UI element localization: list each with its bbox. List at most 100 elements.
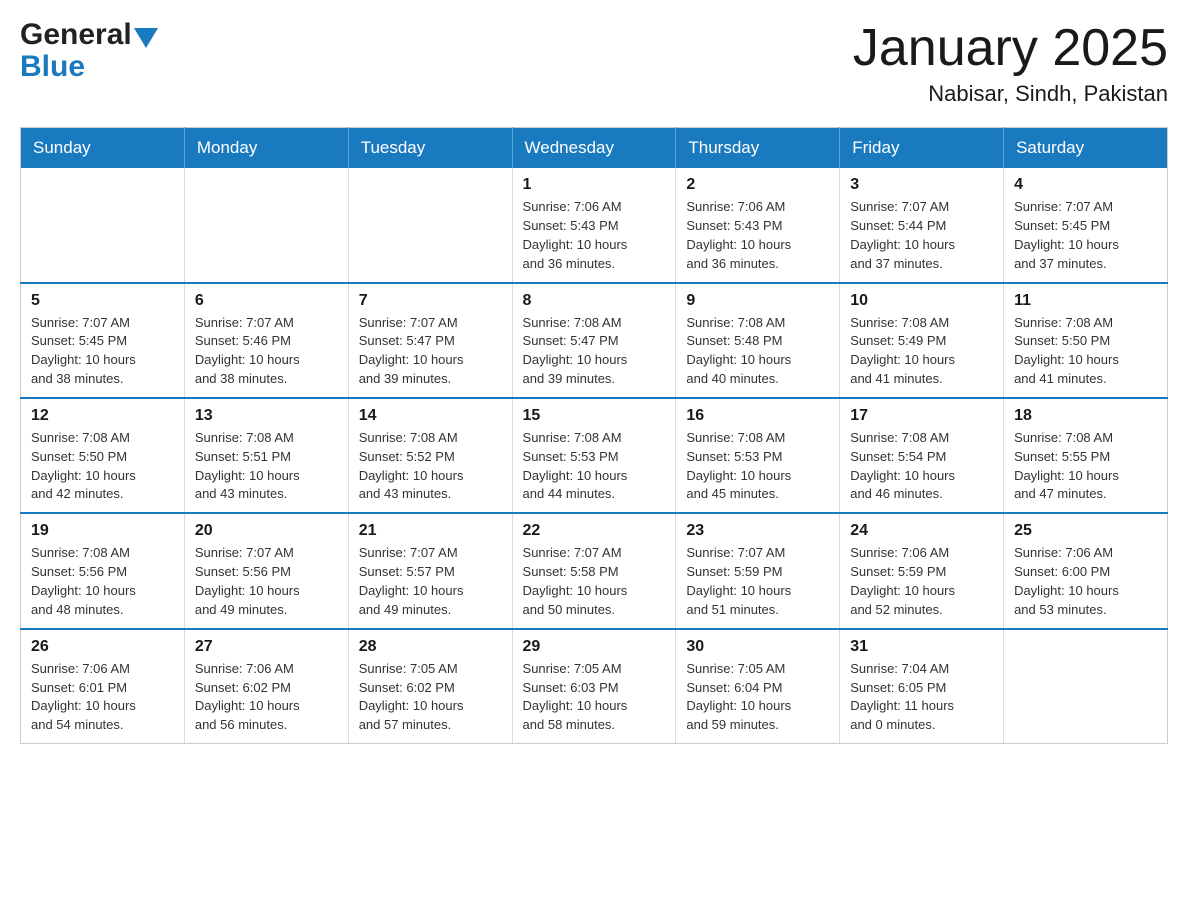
logo-blue-text: Blue: [20, 50, 85, 84]
calendar-cell: 3 Sunrise: 7:07 AM Sunset: 5:44 PM Daylig…: [840, 168, 1004, 282]
calendar-cell: [348, 168, 512, 282]
calendar-cell: 29Sunrise: 7:05 AM Sunset: 6:03 PM Dayli…: [512, 629, 676, 744]
day-number: 2: [686, 176, 829, 194]
day-number: 15: [523, 407, 666, 425]
day-info: Sunrise: 7:05 AM Sunset: 6:03 PM Dayligh…: [523, 660, 666, 735]
day-info: Sunrise: 7:08 AM Sunset: 5:48 PM Dayligh…: [686, 314, 829, 389]
calendar-cell: 2 Sunrise: 7:06 AM Sunset: 5:43 PM Daylig…: [676, 168, 840, 282]
calendar-cell: 17 Sunrise: 7:08 AM Sunset: 5:54 PM Dayli…: [840, 398, 1004, 513]
calendar-week-row: 12Sunrise: 7:08 AM Sunset: 5:50 PM Dayli…: [21, 398, 1168, 513]
day-number: 11: [1014, 292, 1157, 310]
day-info: Sunrise: 7:07 AM Sunset: 5:58 PM Dayligh…: [523, 544, 666, 619]
day-number: 6: [195, 292, 338, 310]
day-number: 26: [31, 638, 174, 656]
calendar-cell: 19 Sunrise: 7:08 AM Sunset: 5:56 PM Dayli…: [21, 513, 185, 628]
day-number: 3: [850, 176, 993, 194]
calendar-cell: [184, 168, 348, 282]
logo: General Blue: [20, 20, 158, 84]
calendar-cell: 21Sunrise: 7:07 AM Sunset: 5:57 PM Dayli…: [348, 513, 512, 628]
calendar-cell: [21, 168, 185, 282]
day-info: Sunrise: 7:08 AM Sunset: 5:56 PM Dayligh…: [31, 544, 174, 619]
calendar-cell: 12Sunrise: 7:08 AM Sunset: 5:50 PM Dayli…: [21, 398, 185, 513]
day-info: Sunrise: 7:07 AM Sunset: 5:44 PM Dayligh…: [850, 198, 993, 273]
day-number: 28: [359, 638, 502, 656]
day-number: 9: [686, 292, 829, 310]
day-info: Sunrise: 7:08 AM Sunset: 5:52 PM Dayligh…: [359, 429, 502, 504]
day-info: Sunrise: 7:06 AM Sunset: 5:43 PM Dayligh…: [686, 198, 829, 273]
calendar-table: SundayMondayTuesdayWednesdayThursdayFrid…: [20, 127, 1168, 744]
day-number: 23: [686, 522, 829, 540]
day-number: 21: [359, 522, 502, 540]
weekday-header-monday: Monday: [184, 128, 348, 169]
day-number: 20: [195, 522, 338, 540]
calendar-cell: 20 Sunrise: 7:07 AM Sunset: 5:56 PM Dayli…: [184, 513, 348, 628]
logo-general-text: General: [20, 20, 132, 50]
day-info: Sunrise: 7:07 AM Sunset: 5:56 PM Dayligh…: [195, 544, 338, 619]
day-number: 25: [1014, 522, 1157, 540]
day-number: 1: [523, 176, 666, 194]
logo-triangle-icon: [134, 28, 158, 48]
calendar-cell: 16 Sunrise: 7:08 AM Sunset: 5:53 PM Dayli…: [676, 398, 840, 513]
calendar-cell: 25Sunrise: 7:06 AM Sunset: 6:00 PM Dayli…: [1004, 513, 1168, 628]
calendar-cell: 9 Sunrise: 7:08 AM Sunset: 5:48 PM Daylig…: [676, 283, 840, 398]
day-number: 10: [850, 292, 993, 310]
day-number: 12: [31, 407, 174, 425]
calendar-cell: [1004, 629, 1168, 744]
weekday-header-thursday: Thursday: [676, 128, 840, 169]
weekday-header-tuesday: Tuesday: [348, 128, 512, 169]
day-info: Sunrise: 7:06 AM Sunset: 6:02 PM Dayligh…: [195, 660, 338, 735]
day-info: Sunrise: 7:08 AM Sunset: 5:47 PM Dayligh…: [523, 314, 666, 389]
day-info: Sunrise: 7:08 AM Sunset: 5:55 PM Dayligh…: [1014, 429, 1157, 504]
day-info: Sunrise: 7:08 AM Sunset: 5:50 PM Dayligh…: [1014, 314, 1157, 389]
title-section: January 2025 Nabisar, Sindh, Pakistan: [853, 20, 1168, 107]
day-number: 4: [1014, 176, 1157, 194]
day-number: 30: [686, 638, 829, 656]
calendar-week-row: 1 Sunrise: 7:06 AM Sunset: 5:43 PM Daylig…: [21, 168, 1168, 282]
calendar-cell: 4 Sunrise: 7:07 AM Sunset: 5:45 PM Daylig…: [1004, 168, 1168, 282]
weekday-header-sunday: Sunday: [21, 128, 185, 169]
calendar-cell: 14Sunrise: 7:08 AM Sunset: 5:52 PM Dayli…: [348, 398, 512, 513]
calendar-cell: 15Sunrise: 7:08 AM Sunset: 5:53 PM Dayli…: [512, 398, 676, 513]
day-number: 7: [359, 292, 502, 310]
weekday-header-friday: Friday: [840, 128, 1004, 169]
calendar-cell: 13 Sunrise: 7:08 AM Sunset: 5:51 PM Dayli…: [184, 398, 348, 513]
calendar-cell: 18 Sunrise: 7:08 AM Sunset: 5:55 PM Dayli…: [1004, 398, 1168, 513]
day-info: Sunrise: 7:07 AM Sunset: 5:47 PM Dayligh…: [359, 314, 502, 389]
calendar-cell: 31 Sunrise: 7:04 AM Sunset: 6:05 PM Dayli…: [840, 629, 1004, 744]
day-number: 31: [850, 638, 993, 656]
calendar-week-row: 5 Sunrise: 7:07 AM Sunset: 5:45 PM Daylig…: [21, 283, 1168, 398]
day-number: 17: [850, 407, 993, 425]
day-info: Sunrise: 7:04 AM Sunset: 6:05 PM Dayligh…: [850, 660, 993, 735]
day-info: Sunrise: 7:08 AM Sunset: 5:51 PM Dayligh…: [195, 429, 338, 504]
day-number: 19: [31, 522, 174, 540]
day-number: 8: [523, 292, 666, 310]
day-info: Sunrise: 7:05 AM Sunset: 6:02 PM Dayligh…: [359, 660, 502, 735]
day-number: 22: [523, 522, 666, 540]
calendar-cell: 11 Sunrise: 7:08 AM Sunset: 5:50 PM Dayli…: [1004, 283, 1168, 398]
day-info: Sunrise: 7:06 AM Sunset: 6:01 PM Dayligh…: [31, 660, 174, 735]
day-info: Sunrise: 7:07 AM Sunset: 5:45 PM Dayligh…: [31, 314, 174, 389]
month-title: January 2025: [853, 20, 1168, 77]
weekday-header-saturday: Saturday: [1004, 128, 1168, 169]
day-info: Sunrise: 7:08 AM Sunset: 5:54 PM Dayligh…: [850, 429, 993, 504]
calendar-cell: 22 Sunrise: 7:07 AM Sunset: 5:58 PM Dayli…: [512, 513, 676, 628]
calendar-cell: 10 Sunrise: 7:08 AM Sunset: 5:49 PM Dayli…: [840, 283, 1004, 398]
day-number: 16: [686, 407, 829, 425]
page-header: General Blue January 2025 Nabisar, Sindh…: [20, 20, 1168, 107]
calendar-cell: 30 Sunrise: 7:05 AM Sunset: 6:04 PM Dayli…: [676, 629, 840, 744]
day-info: Sunrise: 7:08 AM Sunset: 5:53 PM Dayligh…: [686, 429, 829, 504]
day-number: 13: [195, 407, 338, 425]
day-number: 18: [1014, 407, 1157, 425]
calendar-header-row: SundayMondayTuesdayWednesdayThursdayFrid…: [21, 128, 1168, 169]
calendar-cell: 26 Sunrise: 7:06 AM Sunset: 6:01 PM Dayli…: [21, 629, 185, 744]
day-info: Sunrise: 7:05 AM Sunset: 6:04 PM Dayligh…: [686, 660, 829, 735]
calendar-cell: 7 Sunrise: 7:07 AM Sunset: 5:47 PM Daylig…: [348, 283, 512, 398]
day-info: Sunrise: 7:08 AM Sunset: 5:49 PM Dayligh…: [850, 314, 993, 389]
calendar-cell: 5 Sunrise: 7:07 AM Sunset: 5:45 PM Daylig…: [21, 283, 185, 398]
day-number: 24: [850, 522, 993, 540]
day-number: 5: [31, 292, 174, 310]
day-info: Sunrise: 7:07 AM Sunset: 5:45 PM Dayligh…: [1014, 198, 1157, 273]
day-info: Sunrise: 7:07 AM Sunset: 5:59 PM Dayligh…: [686, 544, 829, 619]
day-info: Sunrise: 7:06 AM Sunset: 5:59 PM Dayligh…: [850, 544, 993, 619]
calendar-cell: 28 Sunrise: 7:05 AM Sunset: 6:02 PM Dayli…: [348, 629, 512, 744]
